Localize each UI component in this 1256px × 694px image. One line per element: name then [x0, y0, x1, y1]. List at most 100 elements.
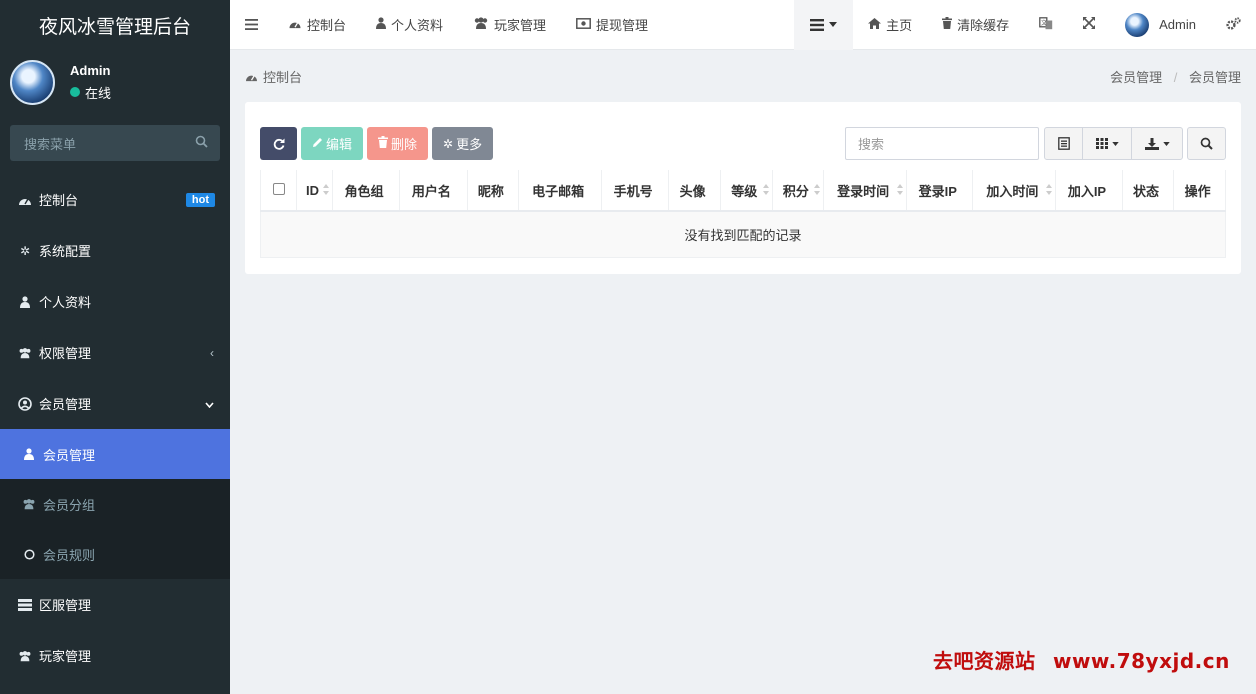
content-header: 控制台 会员管理 / 会员管理	[230, 51, 1256, 101]
gear-icon: ✲	[19, 243, 31, 258]
hot-badge: hot	[185, 192, 215, 207]
table-view-controls	[1044, 127, 1183, 160]
users-icon	[18, 650, 32, 662]
column-header: 操作	[1173, 170, 1226, 212]
sidebar-item-system-config[interactable]: ✲ 系统配置	[0, 225, 230, 276]
sidebar-item-label: 玩家管理	[39, 649, 92, 664]
chevron-down-icon[interactable]	[205, 397, 214, 411]
menu-toggle-button[interactable]	[230, 0, 273, 50]
expand-icon	[1083, 17, 1096, 32]
submenu-item-label: 会员分组	[43, 497, 96, 513]
column-header[interactable]: 登录时间	[823, 170, 908, 212]
admin-user-menu[interactable]: Admin	[1110, 0, 1211, 50]
avatar	[1125, 12, 1150, 37]
menu-search-placeholder: 搜索菜单	[24, 136, 77, 152]
export-dropdown-button[interactable]	[1132, 128, 1182, 159]
delete-label: 删除	[391, 137, 418, 152]
toggle-view-button[interactable]	[1045, 128, 1083, 159]
select-all-checkbox[interactable]	[272, 182, 285, 195]
sidebar-item-members[interactable]: 会员管理	[0, 378, 230, 429]
submenu-item-member-rules[interactable]: 会员规则	[0, 529, 230, 579]
dashboard-icon	[288, 18, 302, 32]
fullscreen-button[interactable]	[1068, 0, 1110, 50]
delete-button[interactable]: 删除	[367, 127, 429, 160]
top-tab-players[interactable]: 玩家管理	[458, 0, 561, 50]
column-header: 电子邮箱	[518, 170, 603, 212]
sidebar-item-players[interactable]: 玩家管理	[0, 630, 230, 681]
submenu-item-member-management[interactable]: 会员管理	[0, 429, 230, 479]
home-icon	[868, 17, 882, 32]
user-icon	[18, 295, 32, 308]
sidebar-item-label: 控制台	[39, 193, 79, 208]
sidebar-item-dashboard[interactable]: 控制台 hot	[0, 174, 230, 225]
search-icon	[1200, 137, 1213, 150]
sidebar-item-label: 个人资料	[39, 295, 92, 310]
table-search-input[interactable]: 搜索	[845, 127, 1039, 160]
watermark-text: 去吧资源站	[933, 649, 1036, 673]
page-title: 控制台	[245, 67, 302, 86]
column-header: 手机号	[601, 170, 670, 212]
column-header[interactable]: ID	[295, 170, 334, 212]
columns-dropdown-button[interactable]	[1083, 128, 1132, 159]
member-table-panel: 编辑 删除 ✲ 更多 搜索 ID 角色组 用户名 昵称 电子邮箱 手机号 头像 …	[245, 102, 1241, 274]
empty-row: 没有找到匹配的记录	[260, 210, 1226, 258]
column-header: 登录IP	[906, 170, 974, 212]
svg-text:文: 文	[1041, 19, 1047, 27]
edit-label: 编辑	[326, 137, 353, 152]
top-navbar: 控制台 个人资料 玩家管理 提现管理 主页 清除缓存 文 Admin	[230, 0, 1256, 50]
sidebar-item-label: 权限管理	[39, 346, 92, 361]
dashboard-icon	[246, 74, 257, 81]
column-header: 昵称	[466, 170, 520, 212]
chevron-left-icon[interactable]: ‹	[210, 346, 214, 360]
search-icon[interactable]	[195, 135, 208, 151]
sidebar-item-servers[interactable]: 区服管理	[0, 579, 230, 630]
top-tab-dashboard[interactable]: 控制台	[273, 0, 361, 50]
menu-search-input[interactable]: 搜索菜单	[10, 125, 220, 161]
column-header: 角色组	[332, 170, 401, 212]
circle-icon	[22, 548, 36, 560]
skin-settings-button[interactable]	[1211, 0, 1256, 50]
admin-label: Admin	[1159, 17, 1196, 32]
watermark-url: www.78yxjd.cn	[1052, 649, 1230, 673]
sidebar-item-profile[interactable]: 个人资料	[0, 276, 230, 327]
caret-down-icon	[1162, 141, 1170, 146]
home-label: 主页	[886, 18, 913, 33]
member-table: ID 角色组 用户名 昵称 电子邮箱 手机号 头像 等级 积分 登录时间 登录I…	[260, 170, 1226, 258]
tabs-dropdown-button[interactable]	[794, 0, 854, 50]
caret-down-icon	[1111, 141, 1119, 146]
users-icon	[473, 17, 489, 32]
top-tab-withdraw[interactable]: 提现管理	[561, 0, 663, 50]
top-tab-label: 控制台	[307, 18, 347, 33]
column-header[interactable]: 等级	[719, 170, 773, 212]
breadcrumb: 会员管理 / 会员管理	[1110, 67, 1241, 86]
avatar	[10, 59, 55, 105]
user-icon	[22, 448, 36, 460]
advanced-search-button[interactable]	[1187, 127, 1226, 160]
refresh-button[interactable]	[260, 127, 297, 160]
edit-button[interactable]: 编辑	[301, 127, 364, 160]
column-header[interactable]: 加入时间	[972, 170, 1057, 212]
language-button[interactable]: 文	[1024, 0, 1068, 50]
sidebar-item-permissions[interactable]: 权限管理 ‹	[0, 327, 230, 378]
list-alt-icon	[1057, 137, 1070, 150]
column-header[interactable]: 积分	[771, 170, 825, 212]
watermark: 去吧资源站 www.78yxjd.cn	[933, 645, 1230, 674]
clear-cache-button[interactable]: 清除缓存	[927, 0, 1024, 50]
top-tab-label: 个人资料	[391, 18, 444, 33]
submenu-item-member-groups[interactable]: 会员分组	[0, 479, 230, 529]
trash-icon	[378, 136, 389, 151]
home-link[interactable]: 主页	[853, 0, 927, 50]
clear-cache-label: 清除缓存	[957, 18, 1010, 33]
top-tab-profile[interactable]: 个人资料	[361, 0, 458, 50]
breadcrumb-item[interactable]: 会员管理	[1110, 70, 1162, 85]
trash-icon	[942, 17, 953, 32]
download-icon	[1144, 137, 1159, 150]
dashboard-icon	[18, 194, 32, 206]
more-button[interactable]: ✲ 更多	[432, 127, 494, 160]
refresh-icon	[273, 138, 284, 150]
list-icon	[810, 18, 825, 31]
app-title[interactable]: 夜风冰雪管理后台	[0, 0, 230, 50]
gears-icon	[1226, 16, 1241, 33]
hamburger-icon[interactable]	[245, 19, 258, 30]
column-header: 用户名	[399, 170, 468, 212]
